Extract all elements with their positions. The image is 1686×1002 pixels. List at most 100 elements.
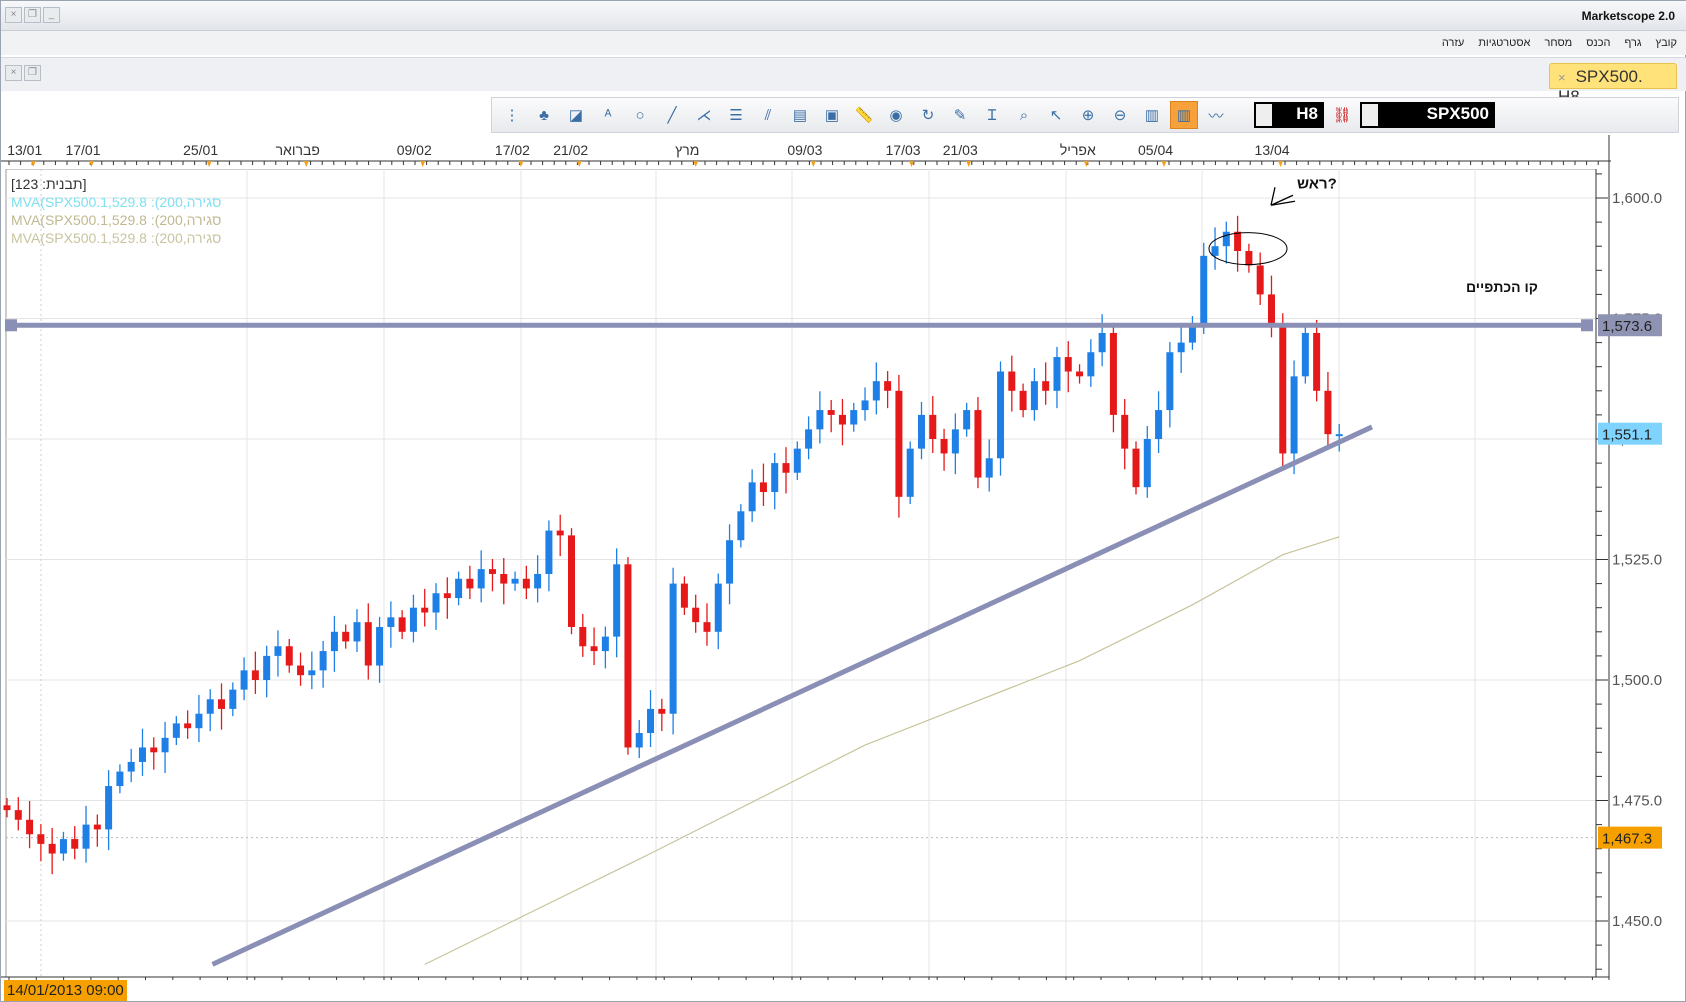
line-icon[interactable]: ╱ [658,101,686,129]
fibonacci-icon[interactable]: ☰ [722,101,750,129]
candle-up [172,723,180,738]
top-axis-label: 17/03 [886,142,921,158]
cursor-height-icon[interactable]: Ɪ [978,101,1006,129]
ellipse-icon[interactable]: ○ [626,101,654,129]
zoom-range-icon[interactable]: ⌕ [1010,101,1038,129]
candle-down [1234,231,1242,252]
candle-down [26,819,34,835]
menu-help[interactable]: עזרה [1442,37,1464,49]
refresh-icon[interactable]: ↻ [914,101,942,129]
top-axis-label: 09/03 [787,142,822,158]
pattern-label: [תבנית: 123] [11,176,87,192]
candle-up [861,400,869,411]
price-chart[interactable]: 13/01 17/01 25/01 פברואר 09/02 17/02 21/02 מרץ 0… [1,135,1686,980]
drawing-toolbar: ⋮ ♣ ◪ ᴬ ○ ╱ ⋌ ☰ ⫽ ▤ ▣ 📏 ◉ ↻ ✎ Ɪ ⌕ ↖ ⊕ ⊖ ▥ ▥ 〰 H8 ⛓ SPX500 [491,97,1679,133]
candle-down [568,535,575,627]
menu-insert[interactable]: הכנס [1586,37,1610,49]
top-axis-label: 25/01 [183,142,218,158]
candle-down [421,607,429,613]
instrument-select[interactable]: SPX500 [1360,102,1495,128]
indicator-icon[interactable]: 〰 [1202,101,1230,129]
tab-close-icon[interactable]: × [1558,70,1566,85]
candle-down [884,381,892,391]
minimize-window-button[interactable]: _ [43,7,60,23]
text-tool-icon[interactable]: ᴬ [594,101,622,129]
y-axis-label: 1,600.0 [1612,190,1662,207]
candle-up [726,540,734,584]
menu-chart[interactable]: גרף [1624,37,1641,49]
pointer-icon[interactable]: ↖ [1042,101,1070,129]
candle-up [82,824,90,849]
top-axis-label: 17/02 [495,142,530,158]
price-label: 1,467.3 [1602,831,1652,848]
candle-down [1256,265,1264,295]
note-icon[interactable]: ✎ [946,101,974,129]
candle-down [827,410,835,415]
candle-up [206,699,214,714]
window-title: Marketscope 2.0 [1581,9,1675,23]
candle-up [511,578,519,584]
candle-up [545,530,553,574]
candle-up [1098,332,1106,353]
candle-down [895,390,903,497]
fan-icon[interactable]: ⋌ [690,101,718,129]
candle-up [263,655,271,680]
menu-strategies[interactable]: אסטרטגיות [1478,37,1530,49]
candle-down [342,631,350,642]
candle-down [500,573,508,584]
tab-row: ×❐ ×SPX500. H8 [1,57,1686,106]
globe-icon[interactable]: ◉ [882,101,910,129]
y-axis-label: 1,475.0 [1612,793,1662,810]
candle-up [1177,342,1185,353]
candle-up [1155,410,1163,439]
candle-down [929,414,937,439]
ruler-icon[interactable]: 📏 [850,101,878,129]
eraser-icon[interactable]: ◪ [562,101,590,129]
chart-window-icon[interactable]: ▤ [786,101,814,129]
zoom-in-icon[interactable]: ⊕ [1074,101,1102,129]
candle-up [116,771,124,787]
candle-down [940,439,948,454]
y-axis-label: 1,450.0 [1612,913,1662,930]
candle-down [692,607,700,623]
candle-down [184,723,192,729]
top-axis-label: 13/01 [7,142,42,158]
candle-down [974,410,982,478]
candle-up [714,583,722,632]
tab-spx500-h8[interactable]: ×SPX500. H8 [1549,63,1677,106]
candle-up [985,458,993,478]
candle-down [1008,371,1016,391]
restore-chart-button[interactable]: ❐ [24,65,41,81]
unlink-icon[interactable]: ⛓ [1328,101,1356,129]
candle-down [703,622,711,632]
candle-down [1279,323,1287,454]
candle-up [240,670,248,690]
channel-icon[interactable]: ⫽ [754,101,782,129]
menu-trade[interactable]: מסחר [1544,37,1572,49]
candle-up [477,569,485,589]
candle-up [906,448,914,497]
neckline-annotation: קו הכתפיים [1466,279,1538,295]
image-icon[interactable]: ▣ [818,101,846,129]
menu-file[interactable]: קובץ [1656,37,1677,49]
close-window-button[interactable]: × [5,7,22,23]
menu-bar: קובץ גרף הכנס מסחר אסטרטגיות עזרה [1,31,1686,55]
zoom-out-icon[interactable]: ⊖ [1106,101,1134,129]
candle-up [963,410,971,430]
candle-up [534,573,542,589]
candle-down [1064,357,1072,372]
candle-down [1121,414,1129,449]
restore-window-button[interactable]: ❐ [24,7,41,23]
close-chart-button[interactable]: × [5,65,22,81]
candle-up [1143,439,1151,488]
candle-up [793,448,801,473]
layout-active-icon[interactable]: ▥ [1170,101,1198,129]
candle-up [748,482,756,512]
layout-icon[interactable]: ▥ [1138,101,1166,129]
top-axis-label: מרץ [675,142,699,158]
timeframe-select[interactable]: H8 [1254,102,1324,128]
grip-icon[interactable]: ⋮ [498,101,526,129]
candle-down [838,414,846,425]
candle-up [816,410,824,430]
hierarchy-icon[interactable]: ♣ [530,101,558,129]
